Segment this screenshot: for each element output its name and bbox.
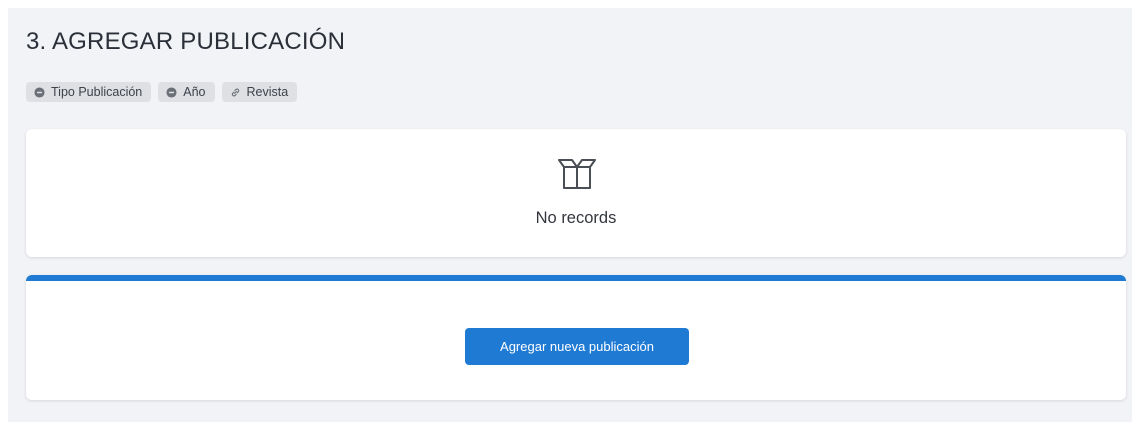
tag-list: Tipo Publicación Año Revista bbox=[26, 82, 298, 102]
tag-label: Tipo Publicación bbox=[51, 85, 143, 99]
tag-label: Año bbox=[183, 85, 206, 99]
tag-ano[interactable]: Año bbox=[158, 82, 215, 102]
tag-label: Revista bbox=[246, 85, 289, 99]
tag-tipo-publicacion[interactable]: Tipo Publicación bbox=[26, 82, 152, 102]
add-publication-button[interactable]: Agregar nueva publicación bbox=[465, 328, 689, 365]
empty-box-icon bbox=[556, 157, 598, 191]
action-card: Agregar nueva publicación bbox=[26, 275, 1126, 400]
empty-state-text: No records bbox=[535, 209, 617, 227]
circle-minus-icon bbox=[166, 86, 177, 98]
tag-revista[interactable]: Revista bbox=[221, 82, 298, 102]
publication-section: 3. AGREGAR PUBLICACIÓN Tipo Publicación … bbox=[8, 8, 1132, 422]
link-icon bbox=[230, 87, 241, 98]
circle-minus-icon bbox=[34, 86, 45, 98]
section-title: 3. AGREGAR PUBLICACIÓN bbox=[26, 28, 346, 55]
records-card: No records bbox=[26, 129, 1126, 257]
